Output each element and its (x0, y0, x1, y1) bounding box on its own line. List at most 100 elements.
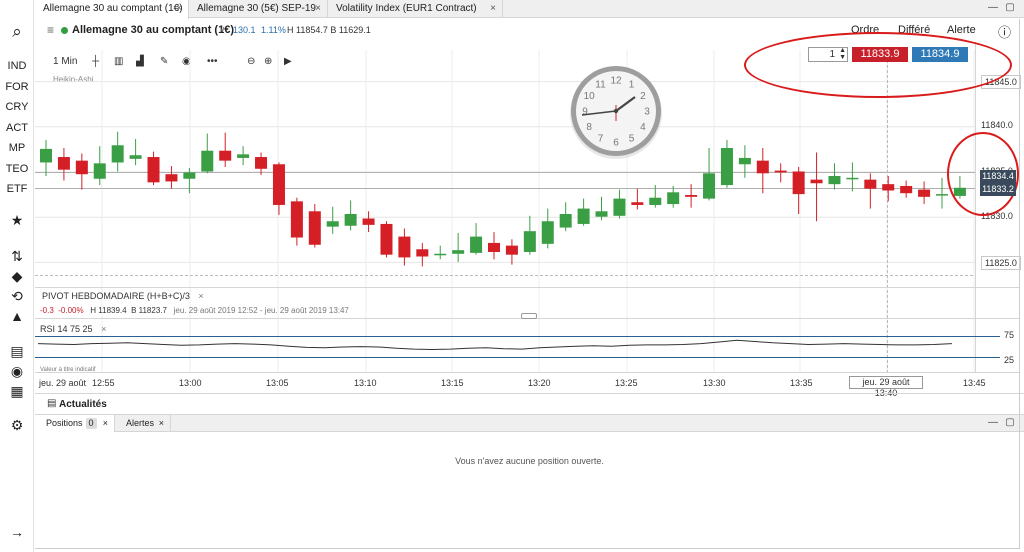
calendar-icon[interactable]: ▦ (0, 383, 34, 400)
tab-germany-30-cash[interactable]: Allemagne 30 au comptant (1€) × (35, 0, 189, 19)
instrument-tab-bar: Allemagne 30 au comptant (1€) × Allemagn… (35, 0, 1024, 19)
close-icon[interactable]: × (176, 0, 182, 18)
candle-body (595, 211, 608, 217)
pivot-low: B 11823.7 (131, 306, 167, 315)
chart-type-icon[interactable]: ▥ (114, 56, 123, 67)
rail-item-act[interactable]: ACT (0, 122, 34, 134)
history-icon[interactable]: ⟲ (0, 288, 34, 305)
candle-body (649, 197, 662, 205)
rail-item-etf[interactable]: ETF (0, 183, 34, 195)
menu-icon[interactable]: ≡ (47, 23, 54, 37)
candle-body (864, 179, 877, 189)
candle-body (93, 163, 106, 179)
clock-numeral: 8 (586, 122, 592, 133)
time-axis-label: jeu. 29 août (39, 378, 87, 388)
star-icon[interactable]: ★ (0, 212, 34, 229)
left-rail: ⌕ IND FOR CRY ACT MP TEO ETF ★ ⇅ ◆ ⟲ ▲ ▤ ◉ ▦ ⚙ → (0, 0, 34, 552)
tag-icon[interactable]: ◆ (0, 268, 34, 285)
candle-body (541, 221, 554, 244)
clock-numeral: 7 (598, 133, 604, 144)
rail-item-teo[interactable]: TEO (0, 163, 34, 175)
candle-body (219, 150, 232, 161)
zoom-in-icon[interactable]: ⊕ (264, 56, 272, 67)
settings-icon[interactable]: ⚙ (0, 417, 34, 434)
maximize-icon[interactable]: ▢ (1004, 417, 1016, 429)
news-bar[interactable]: ▤ Actualités (35, 393, 1024, 413)
rail-item-for[interactable]: FOR (0, 81, 34, 93)
zoom-out-icon[interactable]: ⊖ (247, 56, 255, 67)
rail-item-cry[interactable]: CRY (0, 101, 34, 113)
tab-alerts[interactable]: Alertes × (115, 415, 171, 432)
time-axis-label: 13:00 (179, 378, 202, 388)
candle-body (201, 150, 214, 172)
candle-body (900, 185, 913, 194)
clock-face (576, 71, 656, 151)
candle-body (685, 195, 698, 197)
time-axis-label: 13:10 (354, 378, 377, 388)
clock-bezel (571, 66, 661, 156)
indicators-icon[interactable]: ▟ (136, 56, 144, 67)
tab-label: Volatility Index (EUR1 Contract) (336, 3, 477, 14)
rsi-lower-label: 25 (1004, 355, 1015, 365)
price-change-pct: 1.11% (261, 25, 286, 35)
clock-numeral: 6 (613, 138, 619, 149)
close-icon[interactable]: × (198, 291, 203, 301)
interval-selector[interactable]: 1 Min (53, 56, 77, 67)
tab-germany-30-future[interactable]: Allemagne 30 (5€) SEP-19 × (189, 0, 328, 18)
time-cursor-label: jeu. 29 août 13:40 (849, 376, 923, 398)
alert-icon[interactable]: ▲ (0, 308, 34, 324)
news-icon[interactable]: ▤ (0, 343, 34, 360)
candle-body (631, 202, 644, 205)
close-icon[interactable]: × (159, 415, 164, 432)
price-axis-label: 11825.0 (981, 255, 1021, 270)
close-icon[interactable]: × (103, 415, 108, 432)
expand-icon[interactable]: → (0, 524, 34, 540)
search-icon[interactable]: ⌕ (0, 22, 34, 42)
eye-icon[interactable]: ◉ (182, 56, 191, 67)
info-icon[interactable]: ⓘ (998, 22, 1011, 41)
alert-link[interactable]: Alerte (947, 24, 976, 36)
pane-resize-handle[interactable] (521, 313, 537, 319)
time-axis-label: 13:45 (963, 378, 986, 388)
clock-numeral: 9 (582, 107, 588, 118)
news-icon: ▤ (47, 398, 57, 409)
draw-icon[interactable]: ✎ (160, 56, 168, 67)
tab-volatility-index[interactable]: Volatility Index (EUR1 Contract) × (328, 0, 503, 18)
time-axis-label: 13:15 (441, 378, 464, 388)
more-icon[interactable]: ••• (207, 56, 218, 67)
candle-body (362, 218, 375, 225)
rail-item-mp[interactable]: MP (0, 142, 34, 154)
clock-center (613, 108, 619, 114)
clock-numeral: 1 (629, 80, 635, 91)
maximize-icon[interactable]: ▢ (1004, 2, 1016, 14)
minimize-icon[interactable]: — (987, 2, 999, 14)
instrument-name: Allemagne 30 au comptant (1€) (72, 24, 234, 36)
swap-icon[interactable]: ⇅ (0, 248, 34, 265)
candle-body (308, 211, 321, 245)
close-icon[interactable]: × (315, 0, 321, 18)
candle-body (326, 221, 339, 227)
news-label: Actualités (59, 399, 107, 410)
close-icon[interactable]: × (490, 0, 496, 18)
frame-border (1019, 19, 1020, 549)
candle-body (703, 173, 716, 199)
tab-positions[interactable]: Positions 0 × (35, 415, 115, 432)
minimize-icon[interactable]: — (987, 417, 999, 429)
candle-body (434, 253, 447, 256)
tab-label: Positions (46, 418, 83, 428)
play-icon[interactable]: ▶ (284, 56, 292, 67)
close-icon[interactable]: × (101, 324, 106, 334)
candle-body (237, 154, 250, 158)
candle-body (936, 194, 948, 196)
candle-body (111, 145, 124, 163)
time-axis-label: 13:05 (266, 378, 289, 388)
tab-label: Allemagne 30 (5€) SEP-19 (197, 3, 316, 14)
candle-type-icon[interactable]: ┼ (92, 56, 99, 67)
candle-body (523, 231, 536, 252)
candle-body (756, 160, 769, 174)
broadcast-icon[interactable]: ◉ (0, 363, 34, 380)
clock-numeral: 12 (610, 76, 622, 87)
candle-body (272, 164, 285, 205)
chevron-down-icon[interactable]: ∨ (219, 24, 226, 35)
rail-item-ind[interactable]: IND (0, 60, 34, 72)
